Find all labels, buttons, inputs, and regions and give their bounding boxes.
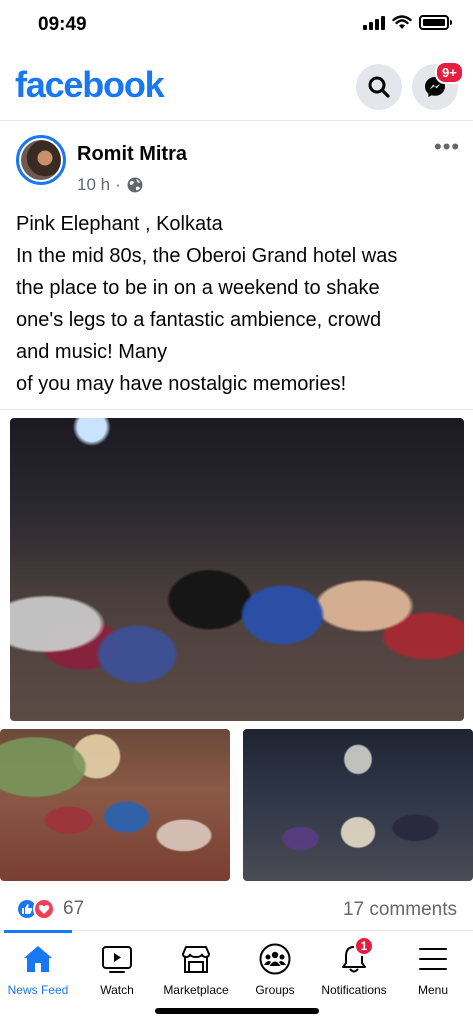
post-text-line: one's legs to a fantastic ambience, crow… [16, 309, 382, 331]
avatar[interactable] [16, 135, 66, 185]
nav-label: Notifications [321, 983, 387, 997]
status-icons [363, 15, 452, 30]
search-icon [368, 76, 390, 98]
post-time[interactable]: 10 h [77, 175, 110, 195]
active-indicator [4, 930, 72, 933]
nav-menu[interactable]: Menu [394, 931, 472, 1001]
nav-groups[interactable]: Groups [236, 931, 314, 1001]
divider [0, 120, 473, 121]
globe-icon [127, 177, 143, 193]
post-text-line: and music! Many [16, 341, 168, 363]
nav-news-feed[interactable]: News Feed [0, 930, 78, 1001]
reactions-summary[interactable]: 67 [16, 898, 84, 920]
post-text: Pink Elephant , Kolkata In the mid 80s, … [16, 208, 464, 400]
post-text-line: In the mid 80s, the Oberoi Grand hotel w… [16, 245, 398, 267]
post-meta: 10 h · [77, 175, 144, 195]
post-text-line: of you may have nostalgic memories! [16, 373, 347, 395]
home-icon [24, 946, 52, 972]
top-header: facebook 9+ [0, 58, 473, 118]
battery-icon [419, 15, 452, 30]
post-text-line: Pink Elephant , Kolkata [16, 213, 223, 235]
post-photo-secondary[interactable] [0, 729, 230, 881]
messenger-button[interactable]: 9+ [412, 61, 464, 110]
reaction-count: 67 [63, 898, 85, 919]
nav-label: Watch [100, 983, 134, 997]
facebook-logo[interactable]: facebook [15, 64, 165, 106]
status-time: 09:49 [38, 14, 87, 35]
status-bar: 09:49 [0, 0, 473, 50]
messenger-badge: 9+ [435, 61, 464, 84]
nav-watch[interactable]: Watch [78, 931, 156, 1001]
bottom-nav: News Feed Watch Marketplace Groups 1 Not… [0, 930, 473, 1000]
love-reaction-icon [33, 898, 55, 920]
nav-notifications[interactable]: 1 Notifications [314, 931, 394, 1001]
post-options-button[interactable]: ••• [434, 136, 460, 158]
menu-icon [419, 948, 447, 970]
nav-label: Marketplace [163, 983, 229, 997]
groups-icon [259, 943, 291, 975]
post-photo-tertiary[interactable] [243, 729, 473, 881]
nav-label: News Feed [7, 983, 69, 997]
signal-icon [363, 15, 385, 30]
nav-label: Menu [417, 983, 449, 997]
post-text-line: the place to be in on a weekend to shake [16, 277, 380, 299]
watch-icon [102, 946, 132, 973]
wifi-icon [392, 15, 412, 29]
notifications-badge: 1 [354, 936, 374, 956]
post-author[interactable]: Romit Mitra [77, 143, 187, 166]
home-indicator[interactable] [155, 1008, 319, 1014]
marketplace-icon [181, 946, 211, 973]
nav-marketplace[interactable]: Marketplace [156, 931, 236, 1001]
search-button[interactable] [356, 64, 402, 110]
post-photo-main[interactable] [10, 418, 464, 721]
comments-count[interactable]: 17 comments [343, 899, 457, 921]
nav-label: Groups [255, 983, 295, 997]
divider [0, 409, 473, 410]
meta-separator: · [115, 175, 121, 194]
